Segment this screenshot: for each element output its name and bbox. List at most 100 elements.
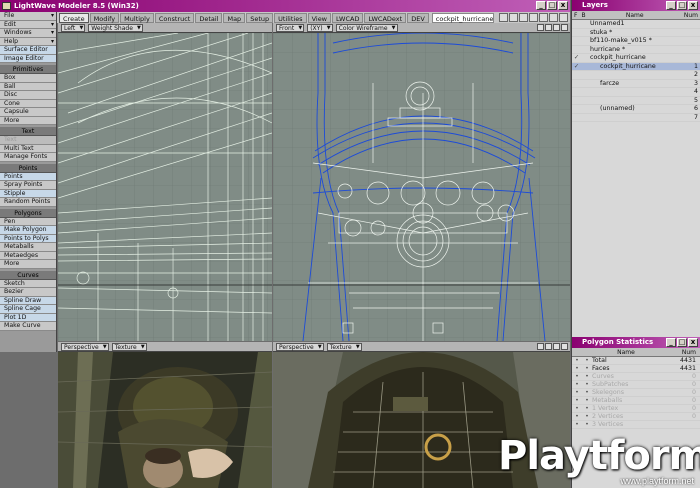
foreground-toggle[interactable] [572, 29, 581, 37]
tab-dev[interactable]: DEV [407, 12, 429, 23]
toolbar-tool-icon[interactable] [549, 13, 558, 22]
stat-row[interactable]: • • Total 4431 [572, 357, 700, 365]
stat-row[interactable]: • • Faces 4431 [572, 365, 700, 373]
toolbar-tool-icon[interactable] [509, 13, 518, 22]
background-toggle[interactable] [581, 54, 590, 62]
manage-fonts-button[interactable]: Manage Fonts [0, 153, 56, 162]
tab-setup[interactable]: Setup [246, 12, 274, 23]
select-marker-icon[interactable]: • [572, 421, 582, 428]
spline-draw-tool[interactable]: Spline Draw [0, 296, 56, 305]
box-tool[interactable]: Box [0, 74, 56, 83]
background-toggle[interactable] [581, 114, 590, 122]
pen-tool[interactable]: Pen [0, 217, 56, 226]
maximize-button[interactable]: □ [677, 1, 687, 10]
sketch-tool[interactable]: Sketch [0, 279, 56, 288]
spray-points-tool[interactable]: Spray Points [0, 181, 56, 190]
background-toggle[interactable] [581, 20, 590, 28]
background-toggle[interactable] [581, 29, 590, 37]
stat-row[interactable]: • • Metaballs 0 [572, 397, 700, 405]
toolbar-tool-icon[interactable] [529, 13, 538, 22]
background-toggle[interactable] [581, 46, 590, 54]
make-polygon-button[interactable]: Make Polygon [0, 226, 56, 235]
deselect-marker-icon[interactable]: • [582, 381, 592, 388]
toolbar-tool-icon[interactable] [559, 13, 568, 22]
layer-row[interactable]: bf110-make_v015 * [572, 37, 700, 46]
deselect-marker-icon[interactable]: • [582, 413, 592, 420]
image-editor-button[interactable]: Image Editor [0, 54, 56, 63]
windows-menu[interactable]: Windows ▾ [0, 29, 56, 38]
toolbar-tool-icon[interactable] [519, 13, 528, 22]
tab-view[interactable]: View [307, 12, 332, 23]
plot-1d-tool[interactable]: Plot 1D [0, 313, 56, 322]
more-polygons-menu[interactable]: More [0, 260, 56, 269]
metaballs-tool[interactable]: Metaballs [0, 243, 56, 252]
cone-tool[interactable]: Cone [0, 99, 56, 108]
pan-icon[interactable] [537, 24, 544, 31]
edit-menu[interactable]: Edit ▾ [0, 20, 56, 29]
select-marker-icon[interactable]: • [572, 381, 582, 388]
render-mode-dropdown[interactable]: Texture ▼ [111, 342, 147, 351]
foreground-toggle[interactable] [572, 71, 581, 79]
background-toggle[interactable] [581, 63, 590, 71]
select-marker-icon[interactable]: • [572, 413, 582, 420]
layer-row[interactable]: Unnamed1 [572, 20, 700, 29]
random-points-tool[interactable]: Random Points [0, 198, 56, 207]
deselect-marker-icon[interactable]: • [582, 421, 592, 428]
background-toggle[interactable] [581, 37, 590, 45]
layer-row[interactable]: stuka * [572, 29, 700, 37]
tab-multiply[interactable]: Multiply [120, 12, 154, 23]
select-marker-icon[interactable]: • [572, 357, 582, 364]
make-curve-menu[interactable]: Make Curve [0, 322, 56, 331]
viewport-left[interactable]: Left ▼ Weight Shade ▼ [58, 23, 272, 341]
foreground-toggle[interactable] [572, 97, 581, 105]
tab-detail[interactable]: Detail [195, 12, 223, 23]
view-type-dropdown[interactable]: Perspective ▼ [276, 342, 324, 351]
foreground-toggle[interactable]: ✓ [572, 54, 581, 62]
foreground-toggle[interactable] [572, 114, 581, 122]
view-plane-dropdown[interactable]: (XY) ▼ [307, 23, 333, 32]
view-type-dropdown[interactable]: Front ▼ [276, 23, 305, 32]
foreground-toggle[interactable] [572, 80, 581, 88]
stat-row[interactable]: • • Skelegons 0 [572, 389, 700, 397]
view-type-dropdown[interactable]: Left ▼ [61, 23, 86, 32]
surface-editor-button[interactable]: Surface Editor [0, 46, 56, 55]
viewport-perspective-left[interactable]: Perspective ▼ Texture ▼ [58, 342, 272, 488]
layer-row[interactable]: 4 [572, 88, 700, 97]
deselect-marker-icon[interactable]: • [582, 405, 592, 412]
maximize-viewport-icon[interactable] [561, 343, 568, 350]
tab-construct[interactable]: Construct [154, 12, 195, 23]
deselect-marker-icon[interactable]: • [582, 373, 592, 380]
disc-tool[interactable]: Disc [0, 91, 56, 100]
layer-row[interactable]: farcze 3 [572, 80, 700, 88]
deselect-marker-icon[interactable]: • [582, 397, 592, 404]
pan-icon[interactable] [537, 343, 544, 350]
rotate-icon[interactable] [545, 24, 552, 31]
background-toggle[interactable] [581, 80, 590, 88]
layer-selector[interactable]: cockpit_hurricane [431, 12, 494, 23]
close-button[interactable]: x [688, 338, 698, 347]
foreground-toggle[interactable]: ✓ [572, 63, 581, 71]
zoom-icon[interactable] [553, 343, 560, 350]
spline-cage-tool[interactable]: Spline Cage [0, 305, 56, 314]
maximize-button[interactable]: □ [547, 1, 557, 10]
points-tool[interactable]: Points [0, 172, 56, 181]
layer-row[interactable]: ✓ cockpit_hurricane [572, 54, 700, 63]
multi-text-tool[interactable]: Multi Text [0, 144, 56, 153]
layer-row[interactable]: ✓ cockpit_hurricane 1 [572, 62, 700, 71]
points-to-polys-button[interactable]: Points to Polys [0, 234, 56, 243]
stat-row[interactable]: • • 3 Vertices [572, 421, 700, 429]
foreground-toggle[interactable] [572, 105, 581, 113]
deselect-marker-icon[interactable]: • [582, 389, 592, 396]
background-toggle[interactable] [581, 105, 590, 113]
foreground-toggle[interactable] [572, 46, 581, 54]
layer-row[interactable]: 2 [572, 71, 700, 80]
maximize-button[interactable]: □ [677, 338, 687, 347]
capsule-tool[interactable]: Capsule [0, 108, 56, 117]
render-mode-dropdown[interactable]: Color Wireframe ▼ [335, 23, 398, 32]
background-toggle[interactable] [581, 71, 590, 79]
select-marker-icon[interactable]: • [572, 397, 582, 404]
select-marker-icon[interactable]: • [572, 405, 582, 412]
tab-map[interactable]: Map [223, 12, 246, 23]
layer-row[interactable]: (unnamed) 6 [572, 105, 700, 114]
minimize-button[interactable]: _ [666, 1, 676, 10]
